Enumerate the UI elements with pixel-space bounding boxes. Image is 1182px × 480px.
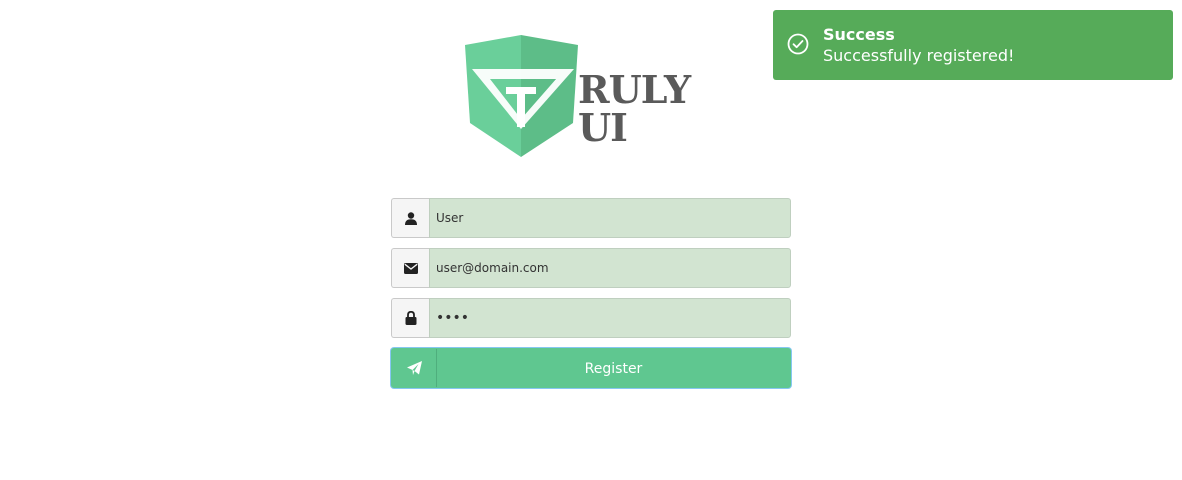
password-input-group bbox=[391, 298, 791, 338]
toast-message: Successfully registered! bbox=[823, 46, 1015, 65]
user-icon bbox=[404, 211, 417, 225]
password-field[interactable] bbox=[429, 298, 791, 338]
logo-text: RULY UI bbox=[578, 67, 691, 150]
toast-body: Success Successfully registered! bbox=[823, 25, 1014, 67]
envelope-icon bbox=[403, 262, 418, 274]
register-icon-box bbox=[392, 349, 437, 387]
email-field[interactable] bbox=[429, 248, 791, 288]
register-button-label: Register bbox=[584, 361, 643, 377]
register-button[interactable]: Register bbox=[391, 348, 791, 388]
register-form: Register bbox=[391, 198, 791, 388]
paper-plane-icon bbox=[406, 361, 422, 375]
toast-title: Success bbox=[823, 25, 895, 44]
email-addon bbox=[391, 248, 429, 288]
check-circle-icon bbox=[787, 33, 809, 55]
username-input-group bbox=[391, 198, 791, 238]
lock-icon bbox=[405, 311, 416, 325]
truly-ui-shield-logo-icon bbox=[465, 35, 578, 157]
truly-ui-logo: RULY UI bbox=[462, 33, 742, 159]
username-addon bbox=[391, 198, 429, 238]
username-field[interactable] bbox=[429, 198, 791, 238]
password-addon bbox=[391, 298, 429, 338]
success-toast[interactable]: Success Successfully registered! bbox=[773, 10, 1173, 80]
email-input-group bbox=[391, 248, 791, 288]
